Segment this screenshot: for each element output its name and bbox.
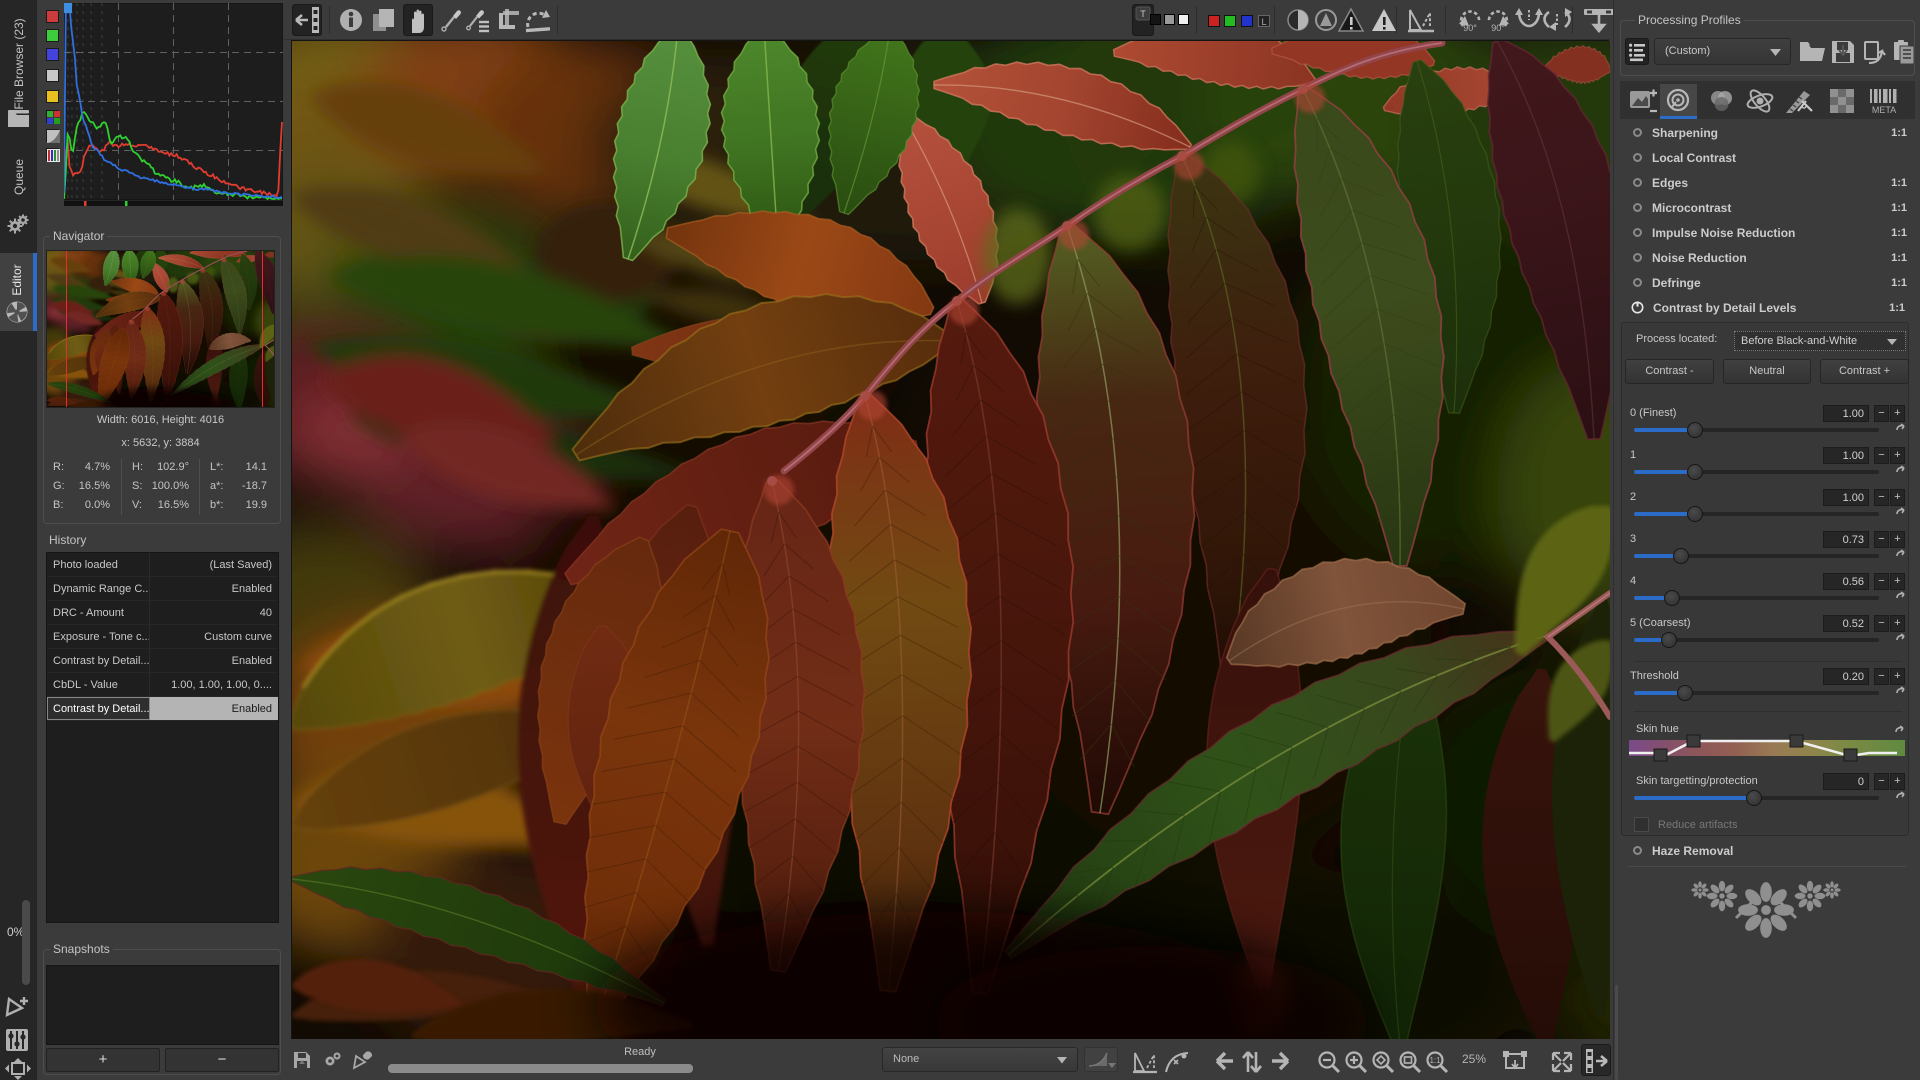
svg-text:90°: 90°: [1491, 23, 1505, 33]
svg-text:1:1: 1:1: [1429, 1056, 1441, 1065]
svg-text:90°: 90°: [1463, 23, 1477, 33]
svg-text:META: META: [1872, 105, 1896, 115]
svg-text:T: T: [1140, 9, 1146, 19]
